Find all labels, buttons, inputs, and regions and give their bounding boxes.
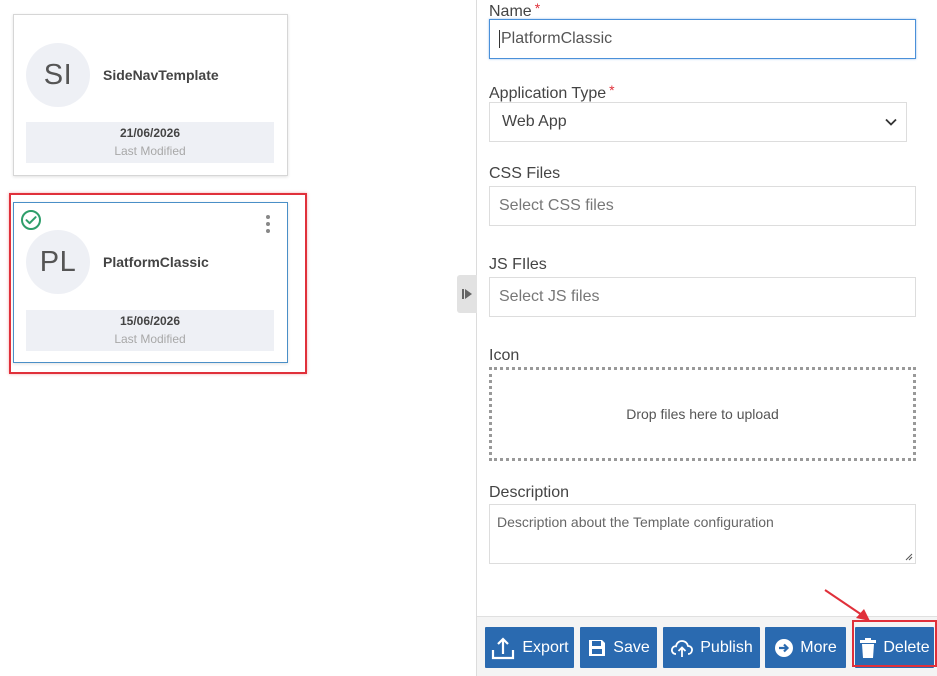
- text-caret: [499, 30, 500, 48]
- save-button[interactable]: Save: [580, 627, 657, 668]
- export-button[interactable]: Export: [485, 627, 574, 668]
- arrow-right-circle-icon: [775, 638, 794, 657]
- css-files-placeholder: Select CSS files: [499, 197, 614, 214]
- publish-label: Publish: [700, 638, 753, 656]
- js-files-placeholder: Select JS files: [499, 288, 600, 305]
- avatar: SI: [26, 43, 90, 107]
- name-label: Name *: [489, 0, 541, 20]
- description-label: Description: [489, 484, 570, 501]
- css-files-label: CSS Files: [489, 165, 561, 182]
- more-label: More: [800, 638, 837, 656]
- name-input-value: PlatformClassic: [501, 30, 613, 47]
- selection-highlight-box: [9, 193, 307, 374]
- export-icon: [492, 636, 515, 659]
- card-footer: 21/06/2026 Last Modified: [26, 122, 274, 163]
- application-type-label: Application Type *: [489, 82, 615, 102]
- resize-handle-icon[interactable]: [903, 551, 913, 561]
- css-files-input[interactable]: Select CSS files: [489, 186, 916, 226]
- card-modified-label: Last Modified: [114, 144, 186, 158]
- more-button[interactable]: More: [765, 627, 846, 668]
- icon-dropzone[interactable]: Drop files here to upload: [489, 367, 916, 461]
- card-date: 21/06/2026: [119, 126, 181, 140]
- delete-highlight-box: [852, 620, 937, 667]
- application-type-value: Web App: [502, 113, 567, 130]
- collapse-panel-button[interactable]: [457, 275, 477, 313]
- dropzone-text: Drop files here to upload: [626, 406, 779, 422]
- save-label: Save: [613, 638, 650, 656]
- collapse-arrow-icon: [462, 289, 472, 299]
- name-input[interactable]: PlatformClassic: [489, 19, 916, 59]
- pointer-arrow-icon: [824, 589, 870, 621]
- description-value: Description about the Template configura…: [497, 514, 774, 530]
- icon-label: Icon: [489, 347, 520, 364]
- export-label: Export: [522, 638, 569, 656]
- cloud-upload-icon: [671, 639, 694, 657]
- app-root: SI SideNavTemplate 21/06/2026 Last Modif…: [0, 0, 937, 676]
- template-card-sidenav[interactable]: SI SideNavTemplate 21/06/2026 Last Modif…: [13, 14, 288, 176]
- js-files-input[interactable]: Select JS files: [489, 277, 916, 317]
- publish-button[interactable]: Publish: [663, 627, 760, 668]
- application-type-select[interactable]: Web App: [489, 102, 907, 142]
- template-form: Name * PlatformClassic Application Type * …: [477, 0, 937, 676]
- save-icon: [589, 639, 606, 656]
- description-textarea[interactable]: Description about the Template configura…: [489, 504, 916, 564]
- card-title: SideNavTemplate: [103, 67, 219, 83]
- js-files-label: JS FIles: [489, 256, 547, 273]
- chevron-down-icon: [885, 118, 897, 126]
